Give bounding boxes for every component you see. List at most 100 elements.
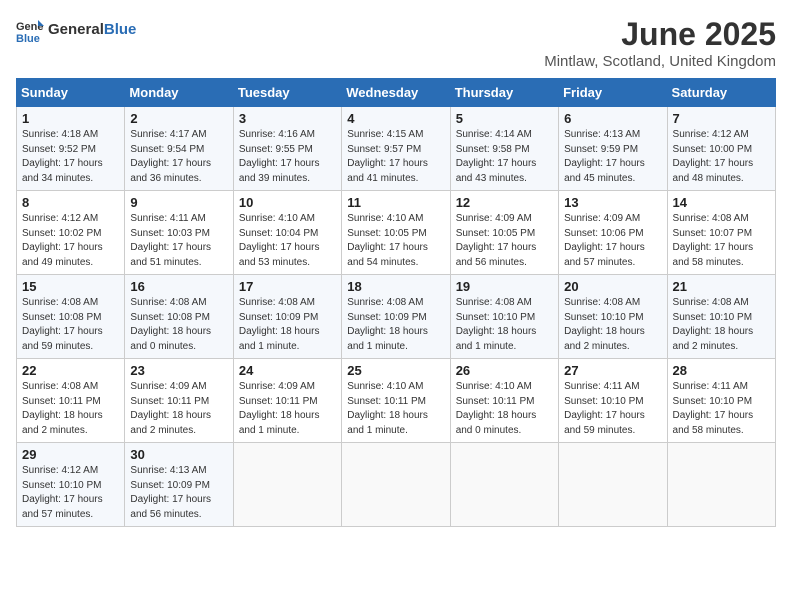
svg-text:Blue: Blue	[16, 33, 40, 44]
day-number: 4	[347, 111, 444, 126]
day-cell: 26 Sunrise: 4:10 AMSunset: 10:11 PMDaylig…	[450, 359, 558, 443]
day-info: Sunrise: 4:10 AMSunset: 10:04 PMDaylight…	[239, 212, 336, 270]
calendar-header: SundayMondayTuesdayWednesdayThursdayFrid…	[17, 79, 776, 107]
day-cell: 5 Sunrise: 4:14 AMSunset: 9:58 PMDaylight…	[450, 107, 558, 191]
header: General Blue GeneralBlue June 2025 Mintl…	[16, 16, 776, 70]
day-info: Sunrise: 4:10 AMSunset: 10:11 PMDaylight…	[456, 380, 553, 438]
day-cell: 19 Sunrise: 4:08 AMSunset: 10:10 PMDaylig…	[450, 275, 558, 359]
day-cell: 10 Sunrise: 4:10 AMSunset: 10:04 PMDaylig…	[233, 191, 341, 275]
location-title: Mintlaw, Scotland, United Kingdom	[544, 53, 776, 70]
week-row-2: 8 Sunrise: 4:12 AMSunset: 10:02 PMDayligh…	[17, 191, 776, 275]
day-number: 22	[22, 363, 119, 378]
day-info: Sunrise: 4:09 AMSunset: 10:11 PMDaylight…	[130, 380, 227, 438]
day-number: 10	[239, 195, 336, 210]
day-number: 15	[22, 279, 119, 294]
day-cell: 27Sunrise: 4:11 AMSunset: 10:10 PMDaylig…	[559, 359, 667, 443]
day-info: Sunrise: 4:16 AMSunset: 9:55 PMDaylight:…	[239, 128, 336, 186]
day-info: Sunrise: 4:08 AMSunset: 10:09 PMDaylight…	[239, 296, 336, 354]
week-row-1: 1 Sunrise: 4:18 AMSunset: 9:52 PMDaylight…	[17, 107, 776, 191]
day-number: 18	[347, 279, 444, 294]
day-cell: 17 Sunrise: 4:08 AMSunset: 10:09 PMDaylig…	[233, 275, 341, 359]
day-info: Sunrise: 4:13 AMSunset: 9:59 PMDaylight:…	[564, 128, 661, 186]
day-number: 13	[564, 195, 661, 210]
day-number: 25	[347, 363, 444, 378]
logo-general-text: GeneralBlue	[48, 22, 136, 39]
day-info: Sunrise: 4:08 AMSunset: 10:08 PMDaylight…	[130, 296, 227, 354]
day-info: Sunrise: 4:08 AMSunset: 10:10 PMDaylight…	[564, 296, 661, 354]
day-number: 1	[22, 111, 119, 126]
day-number: 24	[239, 363, 336, 378]
day-number: 30	[130, 447, 227, 462]
day-cell: 11Sunrise: 4:10 AMSunset: 10:05 PMDaylig…	[342, 191, 450, 275]
day-number: 8	[22, 195, 119, 210]
day-info: Sunrise: 4:11 AMSunset: 10:10 PMDaylight…	[673, 380, 770, 438]
day-number: 17	[239, 279, 336, 294]
day-cell: 21 Sunrise: 4:08 AMSunset: 10:10 PMDaylig…	[667, 275, 775, 359]
calendar-table: SundayMondayTuesdayWednesdayThursdayFrid…	[16, 78, 776, 527]
day-number: 5	[456, 111, 553, 126]
day-cell: 3 Sunrise: 4:16 AMSunset: 9:55 PMDaylight…	[233, 107, 341, 191]
day-info: Sunrise: 4:18 AMSunset: 9:52 PMDaylight:…	[22, 128, 119, 186]
day-info: Sunrise: 4:14 AMSunset: 9:58 PMDaylight:…	[456, 128, 553, 186]
day-number: 6	[564, 111, 661, 126]
day-info: Sunrise: 4:11 AMSunset: 10:03 PMDaylight…	[130, 212, 227, 270]
day-info: Sunrise: 4:15 AMSunset: 9:57 PMDaylight:…	[347, 128, 444, 186]
day-number: 16	[130, 279, 227, 294]
day-cell	[667, 443, 775, 527]
title-area: June 2025 Mintlaw, Scotland, United King…	[544, 16, 776, 70]
day-cell: 24 Sunrise: 4:09 AMSunset: 10:11 PMDaylig…	[233, 359, 341, 443]
day-info: Sunrise: 4:08 AMSunset: 10:10 PMDaylight…	[673, 296, 770, 354]
day-info: Sunrise: 4:12 AMSunset: 10:02 PMDaylight…	[22, 212, 119, 270]
day-info: Sunrise: 4:08 AMSunset: 10:08 PMDaylight…	[22, 296, 119, 354]
day-info: Sunrise: 4:17 AMSunset: 9:54 PMDaylight:…	[130, 128, 227, 186]
day-cell: 8 Sunrise: 4:12 AMSunset: 10:02 PMDayligh…	[17, 191, 125, 275]
day-cell: 30Sunrise: 4:13 AMSunset: 10:09 PMDaylig…	[125, 443, 233, 527]
day-number: 12	[456, 195, 553, 210]
day-number: 27	[564, 363, 661, 378]
calendar-body: 1 Sunrise: 4:18 AMSunset: 9:52 PMDaylight…	[17, 107, 776, 527]
day-cell: 2 Sunrise: 4:17 AMSunset: 9:54 PMDaylight…	[125, 107, 233, 191]
logo-icon: General Blue	[16, 16, 44, 44]
day-cell	[559, 443, 667, 527]
day-cell: 16 Sunrise: 4:08 AMSunset: 10:08 PMDaylig…	[125, 275, 233, 359]
day-cell	[233, 443, 341, 527]
header-cell-saturday: Saturday	[667, 79, 775, 107]
header-cell-thursday: Thursday	[450, 79, 558, 107]
day-number: 21	[673, 279, 770, 294]
logo-blue: Blue	[104, 21, 137, 38]
day-cell: 14 Sunrise: 4:08 AMSunset: 10:07 PMDaylig…	[667, 191, 775, 275]
day-cell: 12Sunrise: 4:09 AMSunset: 10:05 PMDaylig…	[450, 191, 558, 275]
logo: General Blue GeneralBlue	[16, 16, 136, 44]
day-info: Sunrise: 4:09 AMSunset: 10:11 PMDaylight…	[239, 380, 336, 438]
day-cell: 6 Sunrise: 4:13 AMSunset: 9:59 PMDaylight…	[559, 107, 667, 191]
day-cell: 22Sunrise: 4:08 AMSunset: 10:11 PMDaylig…	[17, 359, 125, 443]
day-cell: 18Sunrise: 4:08 AMSunset: 10:09 PMDaylig…	[342, 275, 450, 359]
day-number: 14	[673, 195, 770, 210]
day-number: 19	[456, 279, 553, 294]
week-row-3: 15 Sunrise: 4:08 AMSunset: 10:08 PMDaylig…	[17, 275, 776, 359]
week-row-4: 22Sunrise: 4:08 AMSunset: 10:11 PMDaylig…	[17, 359, 776, 443]
day-info: Sunrise: 4:12 AMSunset: 10:10 PMDaylight…	[22, 464, 119, 522]
day-number: 2	[130, 111, 227, 126]
day-number: 26	[456, 363, 553, 378]
day-info: Sunrise: 4:09 AMSunset: 10:06 PMDaylight…	[564, 212, 661, 270]
day-cell	[342, 443, 450, 527]
day-cell: 28 Sunrise: 4:11 AMSunset: 10:10 PMDaylig…	[667, 359, 775, 443]
day-cell: 25 Sunrise: 4:10 AMSunset: 10:11 PMDaylig…	[342, 359, 450, 443]
day-cell: 20Sunrise: 4:08 AMSunset: 10:10 PMDaylig…	[559, 275, 667, 359]
day-number: 23	[130, 363, 227, 378]
day-cell: 23 Sunrise: 4:09 AMSunset: 10:11 PMDaylig…	[125, 359, 233, 443]
week-row-5: 29 Sunrise: 4:12 AMSunset: 10:10 PMDaylig…	[17, 443, 776, 527]
day-info: Sunrise: 4:08 AMSunset: 10:10 PMDaylight…	[456, 296, 553, 354]
day-number: 29	[22, 447, 119, 462]
header-cell-tuesday: Tuesday	[233, 79, 341, 107]
logo-general: General	[48, 21, 104, 38]
day-cell	[450, 443, 558, 527]
header-cell-monday: Monday	[125, 79, 233, 107]
day-info: Sunrise: 4:08 AMSunset: 10:07 PMDaylight…	[673, 212, 770, 270]
day-number: 28	[673, 363, 770, 378]
day-number: 3	[239, 111, 336, 126]
day-cell: 9Sunrise: 4:11 AMSunset: 10:03 PMDayligh…	[125, 191, 233, 275]
day-cell: 29 Sunrise: 4:12 AMSunset: 10:10 PMDaylig…	[17, 443, 125, 527]
day-info: Sunrise: 4:10 AMSunset: 10:11 PMDaylight…	[347, 380, 444, 438]
